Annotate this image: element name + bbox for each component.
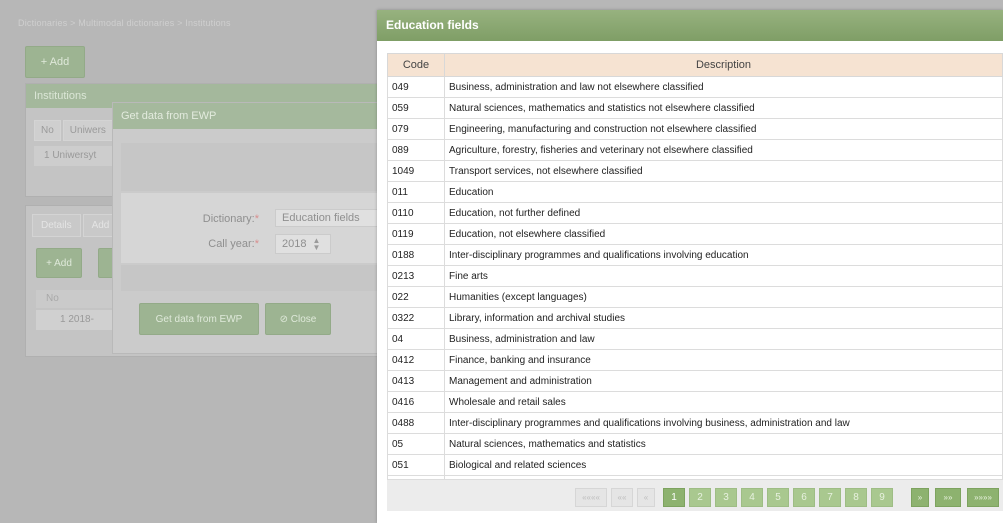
call-year-input[interactable]: 2018 ▲ ▼ <box>275 234 331 254</box>
description-cell: Business, administration and law <box>444 328 1003 350</box>
table-row[interactable]: 022 Humanities (except languages) <box>387 286 1003 308</box>
description-cell: Agriculture, forestry, fisheries and vet… <box>444 139 1003 161</box>
code-cell: 079 <box>387 118 445 140</box>
first-page-button[interactable]: «««« <box>575 488 607 507</box>
table-row[interactable]: 0412 Finance, banking and insurance <box>387 349 1003 371</box>
description-cell: Natural sciences, mathematics and statis… <box>444 433 1003 455</box>
code-cell: 0412 <box>387 349 445 371</box>
code-cell: 011 <box>387 181 445 203</box>
description-cell: Education, not further defined <box>444 202 1003 224</box>
get-data-from-ewp-dialog: Get data from EWP Dictionary:* Education… <box>112 102 399 354</box>
ewp-dialog-title: Get data from EWP <box>113 103 393 129</box>
prev-many-button[interactable]: «« <box>611 488 633 507</box>
details-tabs: Details Add <box>32 214 120 237</box>
table-row[interactable]: 0119 Education, not elsewhere classified <box>387 223 1003 245</box>
description-cell: Management and administration <box>444 370 1003 392</box>
code-cell: 059 <box>387 97 445 119</box>
table-row[interactable]: 1049 Transport services, not elsewhere cl… <box>387 160 1003 182</box>
ewp-dialog-band-bottom <box>121 265 393 291</box>
code-cell: 0119 <box>387 223 445 245</box>
column-code-header[interactable]: Code <box>387 53 445 77</box>
table-row[interactable]: 059 Natural sciences, mathematics and sta… <box>387 97 1003 119</box>
table-row[interactable]: 0188 Inter-disciplinary programmes and qu… <box>387 244 1003 266</box>
column-no[interactable]: No <box>34 120 61 141</box>
code-cell: 04 <box>387 328 445 350</box>
last-page-button[interactable]: »»»» <box>967 488 999 507</box>
prev-page-button[interactable]: « <box>637 488 655 507</box>
page-3-button[interactable]: 3 <box>715 488 737 507</box>
code-cell: 0188 <box>387 244 445 266</box>
description-cell: Humanities (except languages) <box>444 286 1003 308</box>
education-fields-table: Code Description 049 Business, administra… <box>387 53 1003 497</box>
tab-details[interactable]: Details <box>32 214 81 237</box>
table-row[interactable]: 089 Agriculture, forestry, fisheries and … <box>387 139 1003 161</box>
table-row[interactable]: 0110 Education, not further defined <box>387 202 1003 224</box>
table-row[interactable]: 0488 Inter-disciplinary programmes and qu… <box>387 412 1003 434</box>
education-fields-dialog: Education fields Code Description 049 Bus… <box>377 10 1003 523</box>
code-cell: 0110 <box>387 202 445 224</box>
get-data-from-ewp-button[interactable]: Get data from EWP <box>139 303 259 335</box>
details-add-button[interactable]: + Add <box>36 248 82 278</box>
table-row[interactable]: 051 Biological and related sciences <box>387 454 1003 476</box>
code-cell: 051 <box>387 454 445 476</box>
description-cell: Inter-disciplinary programmes and qualif… <box>444 412 1003 434</box>
education-fields-title: Education fields <box>377 10 1003 41</box>
description-cell: Natural sciences, mathematics and statis… <box>444 97 1003 119</box>
code-cell: 049 <box>387 76 445 98</box>
page-4-button[interactable]: 4 <box>741 488 763 507</box>
spinner-icon[interactable]: ▲ ▼ <box>312 237 320 252</box>
page-7-button[interactable]: 7 <box>819 488 841 507</box>
table-row[interactable]: 0322 Library, information and archival st… <box>387 307 1003 329</box>
description-cell: Business, administration and law not els… <box>444 76 1003 98</box>
close-button[interactable]: ⊘ Close <box>265 303 331 335</box>
description-cell: Inter-disciplinary programmes and qualif… <box>444 244 1003 266</box>
description-cell: Education <box>444 181 1003 203</box>
table-row[interactable]: 079 Engineering, manufacturing and constr… <box>387 118 1003 140</box>
description-cell: Education, not elsewhere classified <box>444 223 1003 245</box>
add-button[interactable]: + Add <box>25 46 85 78</box>
code-cell: 0416 <box>387 391 445 413</box>
next-page-button[interactable]: » <box>911 488 929 507</box>
description-cell: Wholesale and retail sales <box>444 391 1003 413</box>
description-cell: Biological and related sciences <box>444 454 1003 476</box>
description-cell: Finance, banking and insurance <box>444 349 1003 371</box>
description-cell: Library, information and archival studie… <box>444 307 1003 329</box>
call-year-label: Call year:* <box>208 238 259 250</box>
code-cell: 0322 <box>387 307 445 329</box>
breadcrumb: Dictionaries > Multimodal dictionaries >… <box>18 18 231 28</box>
ewp-dialog-band <box>121 143 393 191</box>
column-university[interactable]: Uniwers <box>62 120 113 141</box>
code-cell: 089 <box>387 139 445 161</box>
code-cell: 05 <box>387 433 445 455</box>
institutions-columns: No Uniwers <box>34 120 115 141</box>
code-cell: 1049 <box>387 160 445 182</box>
page-5-button[interactable]: 5 <box>767 488 789 507</box>
page-8-button[interactable]: 8 <box>845 488 867 507</box>
table-row[interactable]: 04 Business, administration and law <box>387 328 1003 350</box>
description-cell: Transport services, not elsewhere classi… <box>444 160 1003 182</box>
pagination: «««« «« « 123456789 » »» »»»» <box>387 479 1003 511</box>
page-6-button[interactable]: 6 <box>793 488 815 507</box>
table-row[interactable]: 0416 Wholesale and retail sales <box>387 391 1003 413</box>
code-cell: 022 <box>387 286 445 308</box>
code-cell: 0413 <box>387 370 445 392</box>
code-cell: 0213 <box>387 265 445 287</box>
next-many-button[interactable]: »» <box>935 488 961 507</box>
code-cell: 0488 <box>387 412 445 434</box>
table-row[interactable]: 05 Natural sciences, mathematics and stat… <box>387 433 1003 455</box>
table-row[interactable]: 0413 Management and administration <box>387 370 1003 392</box>
ewp-dialog-form: Dictionary:* Education fields Call year:… <box>121 193 399 263</box>
description-cell: Engineering, manufacturing and construct… <box>444 118 1003 140</box>
dictionary-label: Dictionary:* <box>202 213 259 225</box>
table-row[interactable]: 011 Education <box>387 181 1003 203</box>
page-1-button[interactable]: 1 <box>663 488 685 507</box>
page-2-button[interactable]: 2 <box>689 488 711 507</box>
column-description-header[interactable]: Description <box>444 53 1003 77</box>
page-9-button[interactable]: 9 <box>871 488 893 507</box>
description-cell: Fine arts <box>444 265 1003 287</box>
table-row[interactable]: 049 Business, administration and law not … <box>387 76 1003 98</box>
table-row[interactable]: 0213 Fine arts <box>387 265 1003 287</box>
